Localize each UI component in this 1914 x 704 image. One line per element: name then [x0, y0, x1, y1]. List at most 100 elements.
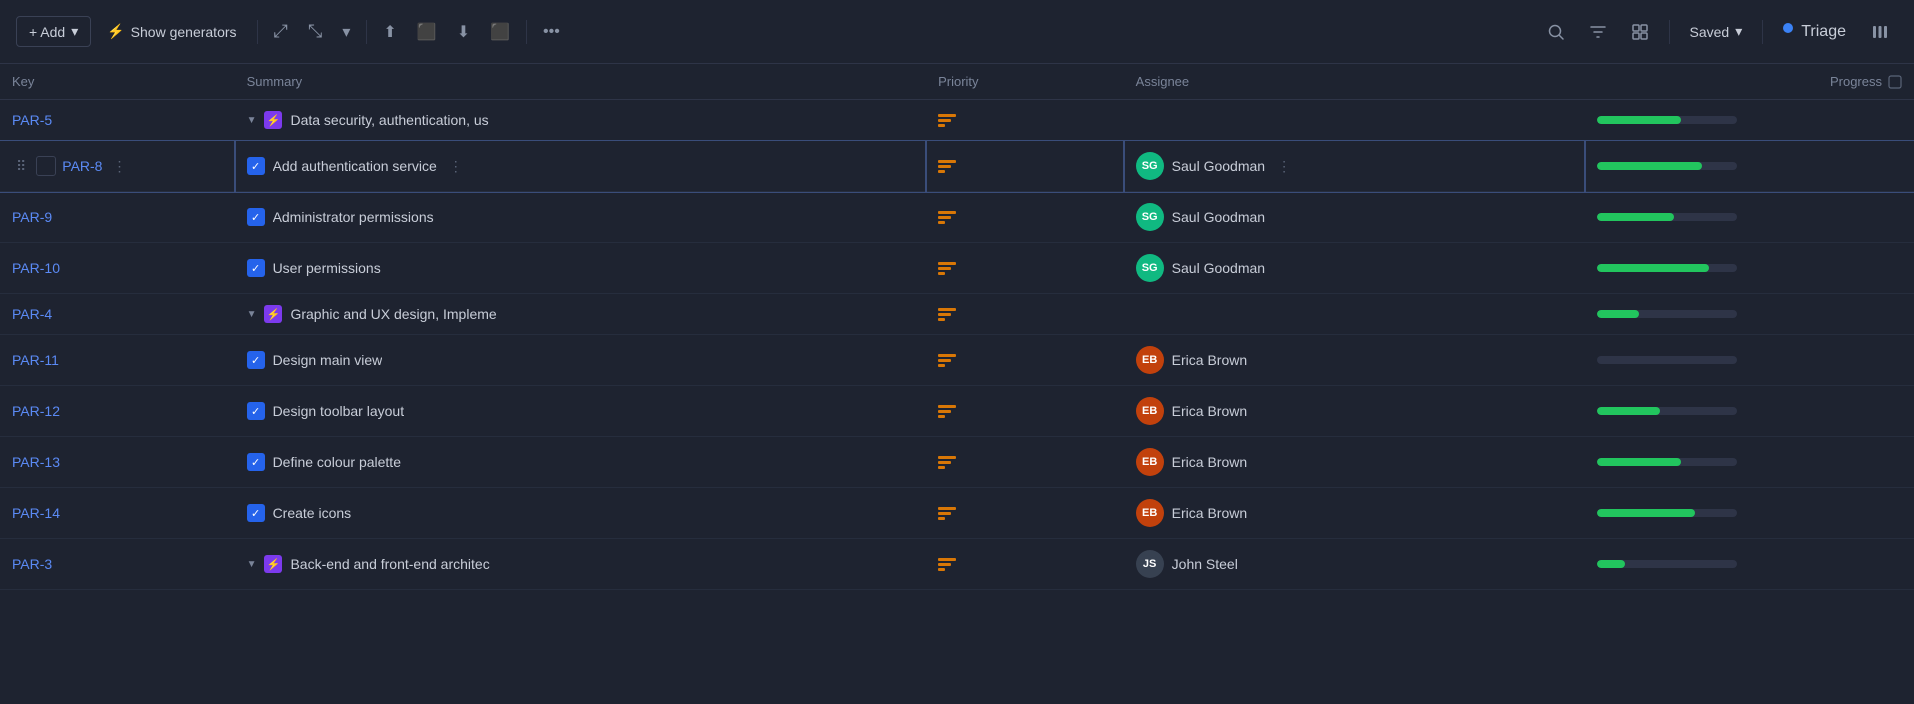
col-header-priority: Priority [926, 64, 1124, 100]
progress-bar-container [1597, 509, 1737, 517]
priority-cell [926, 386, 1124, 437]
priority-cell [926, 100, 1124, 141]
download-button[interactable]: ⬇ [449, 16, 478, 48]
priority-cell [926, 243, 1124, 294]
expand-arrow[interactable]: ▼ [247, 309, 257, 320]
summary-header-label: Summary [247, 74, 303, 89]
key-text[interactable]: PAR-11 [12, 352, 59, 368]
summary-text[interactable]: Define colour palette [273, 454, 401, 470]
view-options-button[interactable] [1623, 17, 1657, 47]
priority-cell [926, 192, 1124, 243]
key-text[interactable]: PAR-14 [12, 505, 60, 521]
summary-cell-content: ✓ Create icons [247, 504, 915, 522]
summary-cell: ✓ Design main view [235, 335, 927, 386]
separator-2 [366, 20, 367, 44]
priority-indicator [938, 308, 1112, 321]
search-button[interactable] [1539, 17, 1573, 47]
key-text[interactable]: PAR-12 [12, 403, 60, 419]
table-row: PAR-12 ✓ Design toolbar layout EB [0, 386, 1914, 437]
summary-cell: ✓ Add authentication service ⋮ [235, 141, 927, 192]
resize-icon [1888, 75, 1902, 89]
dropdown-button[interactable]: ▾ [334, 16, 358, 48]
assignee-cell: SG Saul Goodman [1124, 192, 1585, 243]
summary-text[interactable]: User permissions [273, 260, 381, 276]
expand-arrow[interactable]: ▼ [247, 559, 257, 570]
assignee-cell [1124, 100, 1585, 141]
more-options-button[interactable]: ••• [535, 17, 568, 47]
key-text[interactable]: PAR-13 [12, 454, 60, 470]
priority-bars [938, 507, 956, 520]
summary-text[interactable]: Add authentication service [273, 158, 437, 174]
table-row: PAR-13 ✓ Define colour palette EB [0, 437, 1914, 488]
key-text[interactable]: PAR-3 [12, 556, 52, 572]
summary-cell: ✓ User permissions [235, 243, 927, 294]
assignee-more-icon[interactable]: ⋮ [1273, 154, 1295, 179]
assignee-cell-content: EB Erica Brown [1136, 448, 1573, 476]
add-button[interactable]: + Add ▾ [16, 16, 91, 47]
avatar: SG [1136, 152, 1164, 180]
priority-bar-top [938, 456, 956, 459]
key-text[interactable]: PAR-4 [12, 306, 52, 322]
key-cell: PAR-3 [0, 539, 235, 590]
app-container: + Add ▾ ⚡ Show generators ⤢ ⤡ ▾ ⬆ [0, 0, 1914, 704]
key-text[interactable]: PAR-5 [12, 112, 52, 128]
row-checkbox[interactable] [36, 156, 56, 176]
assignee-name: Saul Goodman [1172, 209, 1265, 225]
progress-bar-fill [1597, 264, 1709, 272]
progress-cell [1585, 192, 1914, 243]
col-header-summary: Summary [235, 64, 927, 100]
avatar: JS [1136, 550, 1164, 578]
assignee-cell-content: JS John Steel [1136, 550, 1573, 578]
filter-table-button[interactable]: ⬛ [409, 16, 445, 48]
summary-cell: ✓ Administrator permissions [235, 192, 927, 243]
bars-icon [1870, 22, 1890, 42]
priority-indicator [938, 114, 1112, 127]
progress-header-row: Progress [1597, 74, 1902, 89]
priority-cell [926, 335, 1124, 386]
progress-header-label: Progress [1830, 74, 1882, 89]
progress-bar-container [1597, 213, 1737, 221]
priority-bar-bot [938, 221, 945, 224]
summary-more-icon[interactable]: ⋮ [445, 154, 467, 179]
compress-icon: ⤡ [308, 21, 322, 42]
assignee-cell: SG Saul Goodman ⋮ [1124, 141, 1585, 192]
assignee-name: Erica Brown [1172, 505, 1247, 521]
funnel-button[interactable] [1581, 17, 1615, 47]
upload-button[interactable]: ⬆ [375, 16, 404, 48]
priority-bar-mid [938, 267, 951, 270]
task-icon: ✓ [247, 402, 265, 420]
key-text[interactable]: PAR-8 [62, 158, 102, 174]
summary-text[interactable]: Design main view [273, 352, 383, 368]
key-cell: PAR-9 [0, 192, 235, 243]
priority-bar-top [938, 160, 956, 163]
saved-button[interactable]: Saved ▾ [1682, 17, 1751, 46]
progress-bar-fill [1597, 407, 1660, 415]
table-icon: ⬛ [490, 22, 510, 42]
compress-button[interactable]: ⤡ [300, 15, 330, 48]
key-text[interactable]: PAR-10 [12, 260, 60, 276]
expand-arrow[interactable]: ▼ [247, 115, 257, 126]
key-text[interactable]: PAR-9 [12, 209, 52, 225]
summary-text[interactable]: Create icons [273, 505, 352, 521]
bars-button[interactable] [1862, 16, 1898, 48]
assignee-cell: EB Erica Brown [1124, 335, 1585, 386]
row-more-icon[interactable]: ⋮ [108, 154, 130, 179]
table-header: Key Summary Priority Assignee Progress [0, 64, 1914, 100]
summary-cell: ✓ Create icons [235, 488, 927, 539]
show-generators-button[interactable]: ⚡ Show generators [95, 17, 248, 46]
assignee-cell-content: SG Saul Goodman [1136, 203, 1573, 231]
priority-bar-mid [938, 119, 951, 122]
toolbar-left: + Add ▾ ⚡ Show generators ⤢ ⤡ ▾ ⬆ [16, 15, 1531, 48]
drag-handle[interactable]: ⠿ [12, 154, 30, 179]
download-icon: ⬇ [457, 22, 470, 42]
summary-cell: ▼ ⚡ Data security, authentication, us [235, 100, 927, 141]
assignee-name: Saul Goodman [1172, 158, 1265, 174]
avatar: SG [1136, 254, 1164, 282]
summary-text[interactable]: Design toolbar layout [273, 403, 405, 419]
summary-text[interactable]: Administrator permissions [273, 209, 434, 225]
assignee-cell-content: EB Erica Brown [1136, 397, 1573, 425]
table-row: PAR-14 ✓ Create icons EB Eri [0, 488, 1914, 539]
epic-icon: ⚡ [264, 111, 282, 129]
table-view-button[interactable]: ⬛ [482, 16, 518, 48]
expand-button[interactable]: ⤢ [266, 15, 296, 48]
